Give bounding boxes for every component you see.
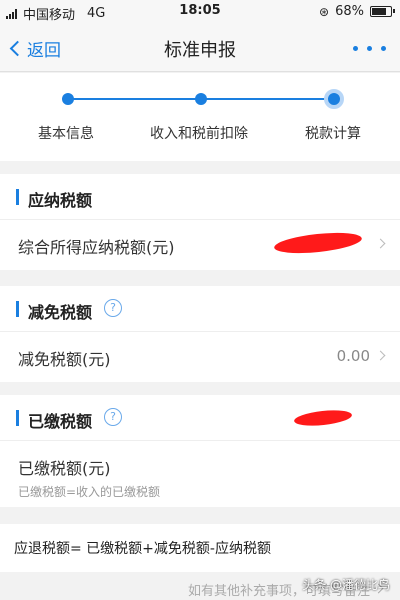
reduction-row[interactable]: 减免税额(元) 0.00 <box>0 332 400 382</box>
more-dots-icon <box>353 46 358 51</box>
section-marker <box>16 189 19 205</box>
nav-bar: 返回 标准申报 <box>0 24 400 72</box>
payable-row[interactable]: 综合所得应纳税额(元) <box>0 220 400 270</box>
page-title: 标准申报 <box>164 40 236 61</box>
redaction-mark <box>273 229 363 257</box>
payable-title: 应纳税额 <box>28 191 93 210</box>
paid-section: 已缴税额 ? 已缴税额(元) 已缴税额=收入的已缴税额 <box>0 395 400 507</box>
step-label-2: 收入和税前扣除 <box>150 126 248 142</box>
reduction-row-label: 减免税额(元) <box>18 350 111 369</box>
redaction-mark <box>293 408 353 428</box>
paid-row-label: 已缴税额(元) <box>18 459 111 478</box>
battery-percent: 68% <box>335 4 364 19</box>
step-dot-2 <box>195 93 207 105</box>
section-marker <box>16 301 19 317</box>
step-dot-3-active <box>324 89 344 109</box>
watermark: 头条 @潘德比鸟 <box>302 578 390 592</box>
refund-formula: 应退税额= 已缴税额+减免税额-应纳税额 <box>0 524 400 572</box>
step-dot-1 <box>62 93 74 105</box>
battery-icon <box>370 6 395 17</box>
section-marker <box>16 410 19 426</box>
payable-section: 应纳税额 综合所得应纳税额(元) <box>0 174 400 270</box>
reduction-row-value: 0.00 <box>336 347 370 365</box>
step-label-3: 税款计算 <box>305 126 361 142</box>
reduction-section: 减免税额 ? 减免税额(元) 0.00 <box>0 286 400 382</box>
formula-text: 应退税额= 已缴税额+减免税额-应纳税额 <box>14 541 271 557</box>
paid-row[interactable]: 已缴税额(元) 已缴税额=收入的已缴税额 <box>0 441 400 507</box>
more-button[interactable] <box>353 46 386 51</box>
reduction-title: 减免税额 <box>28 303 93 322</box>
step-label-1: 基本信息 <box>38 126 94 142</box>
help-icon[interactable]: ? <box>104 299 122 317</box>
progress-steps: 基本信息 收入和税前扣除 税款计算 <box>0 73 400 161</box>
orientation-lock-icon: ⊛ <box>319 4 330 19</box>
paid-title: 已缴税额 <box>28 412 93 431</box>
payable-header: 应纳税额 <box>0 174 400 220</box>
status-right: ⊛ 68% <box>319 4 395 19</box>
payable-row-label: 综合所得应纳税额(元) <box>18 238 175 257</box>
chevron-right-icon <box>375 350 386 361</box>
paid-hint: 已缴税额=收入的已缴税额 <box>18 485 161 499</box>
reduction-header: 减免税额 ? <box>0 286 400 332</box>
help-icon[interactable]: ? <box>104 408 122 426</box>
paid-header: 已缴税额 ? <box>0 395 400 441</box>
chevron-right-icon <box>375 238 386 249</box>
status-bar: 中国移动 4G 18:05 ⊛ 68% <box>0 0 400 24</box>
